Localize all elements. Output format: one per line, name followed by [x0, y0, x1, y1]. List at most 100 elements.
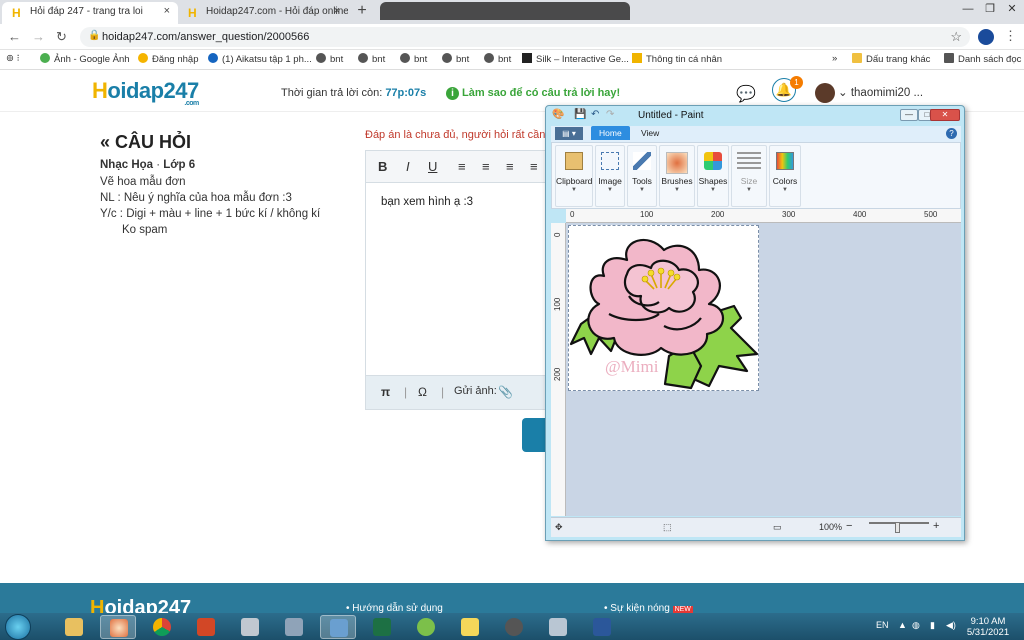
bold-button[interactable]: B — [378, 159, 387, 174]
taskbar-explorer[interactable] — [56, 615, 92, 639]
username-menu[interactable]: ⌄ thaomimi20 ... — [838, 85, 923, 99]
back-icon[interactable]: ← — [8, 29, 21, 44]
bookmark-item[interactable]: Thông tin cá nhân — [632, 53, 722, 65]
ribbon-image[interactable]: Image ▼ — [595, 145, 625, 207]
volume-icon[interactable]: ◀) — [946, 620, 956, 631]
bookmark-item[interactable]: Đăng nhập — [138, 53, 198, 65]
lock-icon[interactable]: 🔒 — [88, 30, 100, 41]
taskbar-clock[interactable]: 9:10 AM 5/31/2021 — [962, 616, 1014, 638]
paint-close-button[interactable]: ✕ — [930, 109, 960, 121]
bookmark-item[interactable]: bnt — [400, 53, 427, 65]
paint-canvas[interactable]: @Mimi — [568, 225, 759, 391]
paperclip-icon[interactable]: 📎 — [498, 385, 513, 399]
ribbon-clipboard[interactable]: Clipboard ▼ — [555, 145, 593, 207]
taskbar-app[interactable] — [232, 615, 268, 639]
align-center-icon[interactable]: ≡ — [482, 159, 490, 174]
bookmark-item[interactable]: Ảnh - Google Ảnh — [40, 53, 130, 65]
zoom-out-button[interactable]: − — [846, 520, 852, 532]
language-indicator[interactable]: EN — [876, 620, 889, 630]
answer-editor[interactable]: B I U ≡ ≡ ≡ ≡ bạn xem hình ạ :3 π | Ω | … — [365, 150, 565, 410]
show-hidden-icons-icon[interactable]: ▲ — [898, 620, 907, 630]
apps-icon[interactable]: ⊚ ⁝ — [6, 53, 20, 64]
answer-tip-link[interactable]: i Làm sao để có câu trả lời hay! — [446, 87, 620, 100]
bookmark-item[interactable]: bnt — [484, 53, 511, 65]
select-icon — [601, 152, 619, 170]
paint-app-icon[interactable]: 🎨 — [552, 109, 564, 120]
ribbon-size[interactable]: Size ▼ — [731, 145, 767, 207]
pi-icon[interactable]: π — [381, 385, 390, 399]
other-bookmarks[interactable]: Dấu trang khác — [852, 53, 930, 65]
ribbon-shapes[interactable]: Shapes ▼ — [697, 145, 729, 207]
site-logo[interactable]: Hoidap247 .com — [92, 78, 199, 107]
underline-button[interactable]: U — [428, 159, 437, 174]
taskbar-microphone[interactable] — [496, 615, 532, 639]
silk-icon — [522, 53, 532, 63]
app-icon — [417, 618, 435, 636]
close-window-button[interactable]: ✕ — [1002, 2, 1022, 15]
paint-title-bar[interactable]: 🎨 💾 ↶ ↷ Untitled - Paint — □ ✕ — [546, 106, 964, 126]
taskbar-app-active[interactable] — [320, 615, 356, 639]
ribbon-tools[interactable]: Tools ▼ — [627, 145, 657, 207]
taskbar-paint[interactable] — [100, 615, 136, 639]
app-icon — [549, 618, 567, 636]
paint-menu-button[interactable]: ▤ ▾ — [555, 127, 583, 140]
ribbon-colors[interactable]: Colors ▼ — [769, 145, 801, 207]
reading-list-icon — [944, 53, 954, 63]
align-right-icon[interactable]: ≡ — [506, 159, 514, 174]
avatar[interactable] — [815, 83, 835, 103]
undo-icon[interactable]: ↶ — [591, 109, 599, 120]
redo-icon[interactable]: ↷ — [606, 109, 614, 120]
start-button[interactable] — [5, 614, 31, 640]
save-icon[interactable]: 💾 — [574, 109, 586, 120]
bookmark-item[interactable]: bnt — [358, 53, 385, 65]
excel-icon — [373, 618, 391, 636]
app-icon — [330, 619, 348, 637]
justify-icon[interactable]: ≡ — [530, 159, 538, 174]
reload-icon[interactable]: ↻ — [56, 29, 67, 45]
align-left-icon[interactable]: ≡ — [458, 159, 466, 174]
paint-canvas-area[interactable]: @Mimi — [566, 223, 961, 516]
answer-text[interactable]: bạn xem hình ạ :3 — [381, 196, 473, 208]
bookmark-star-icon[interactable]: ☆ — [950, 29, 962, 45]
bookmark-item[interactable]: bnt — [442, 53, 469, 65]
tab-hoidap-home[interactable]: H Hoidap247.com - Hỏi đáp online × — [178, 2, 348, 24]
restore-button[interactable]: ❐ — [980, 2, 1000, 15]
bookmark-item[interactable]: (1) Aikatsu tập 1 ph... — [208, 53, 312, 65]
paint-minimize-button[interactable]: — — [900, 109, 918, 121]
ribbon-brushes[interactable]: Brushes ▼ — [659, 145, 695, 207]
minimize-button[interactable]: — — [958, 3, 978, 15]
taskbar-chrome[interactable] — [144, 615, 180, 639]
question-subject: Nhạc Họa · Lớp 6 — [100, 159, 196, 171]
new-tab-button[interactable]: + — [352, 3, 372, 21]
battery-icon[interactable]: ▮ — [930, 620, 935, 631]
paint-window[interactable]: 🎨 💾 ↶ ↷ Untitled - Paint — □ ✕ ▤ ▾ Home … — [545, 105, 965, 541]
url-text[interactable]: hoidap247.com/answer_question/2000566 — [102, 31, 309, 43]
browser-menu-icon[interactable]: ⋮ — [1004, 28, 1017, 44]
tab-close-icon[interactable]: × — [334, 5, 340, 17]
taskbar-word[interactable] — [584, 615, 620, 639]
omnibox[interactable]: 🔒 hoidap247.com/answer_question/2000566 … — [80, 27, 970, 47]
forward-icon[interactable]: → — [32, 29, 45, 44]
bookmark-item[interactable]: Silk – Interactive Ge... — [522, 53, 629, 65]
help-icon[interactable]: ? — [946, 128, 957, 139]
tab-home[interactable]: Home — [591, 126, 630, 140]
tab-hoidap-answer[interactable]: H Hỏi đáp 247 - trang tra loi × — [2, 2, 178, 24]
taskbar-calculator[interactable] — [276, 615, 312, 639]
bookmarks-overflow-icon[interactable]: » — [832, 53, 837, 64]
tab-close-icon[interactable]: × — [164, 5, 170, 17]
italic-button[interactable]: I — [406, 159, 410, 174]
taskbar-notes[interactable] — [452, 615, 488, 639]
bookmark-item[interactable]: bnt — [316, 53, 343, 65]
zoom-in-button[interactable]: + — [933, 520, 939, 532]
zoom-slider-thumb[interactable] — [895, 522, 900, 533]
network-icon[interactable]: ◍ — [912, 620, 920, 631]
reading-list[interactable]: Danh sách đọc — [944, 53, 1021, 65]
taskbar-app[interactable] — [408, 615, 444, 639]
taskbar-powerpoint[interactable] — [188, 615, 224, 639]
profile-avatar[interactable] — [978, 29, 994, 45]
tab-view[interactable]: View — [641, 128, 659, 138]
chat-icon[interactable]: 💬 — [736, 84, 756, 104]
taskbar-excel[interactable] — [364, 615, 400, 639]
omega-icon[interactable]: Ω — [418, 385, 427, 399]
taskbar-app[interactable] — [540, 615, 576, 639]
